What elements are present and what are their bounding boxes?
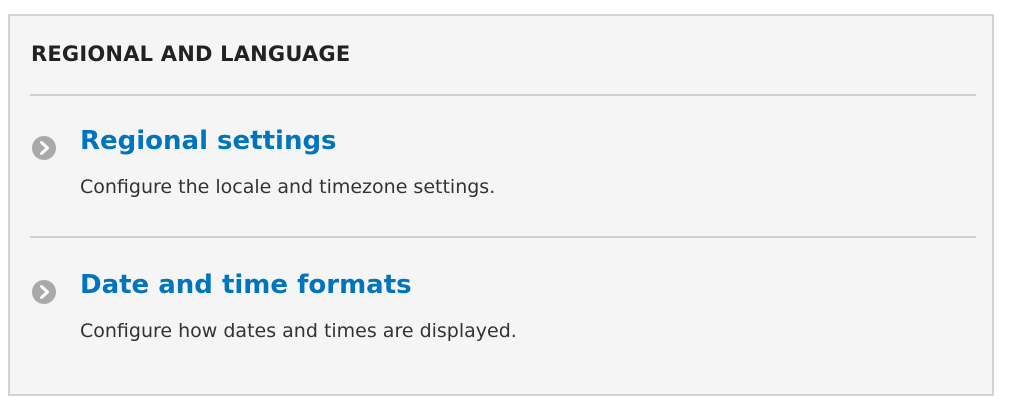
regional-settings-link[interactable]: Regional settings (80, 126, 337, 156)
panel-divider (30, 94, 976, 96)
admin-panel-regional-and-language: REGIONAL AND LANGUAGE Regional settings … (8, 14, 994, 396)
chevron-circle-right-icon (32, 280, 56, 304)
item-divider (30, 236, 976, 238)
chevron-circle-right-icon (32, 136, 56, 160)
date-and-time-formats-link[interactable]: Date and time formats (80, 270, 412, 300)
date-and-time-formats-description: Configure how dates and times are displa… (80, 320, 517, 342)
regional-settings-description: Configure the locale and timezone settin… (80, 176, 496, 198)
panel-title: REGIONAL AND LANGUAGE (31, 42, 351, 66)
